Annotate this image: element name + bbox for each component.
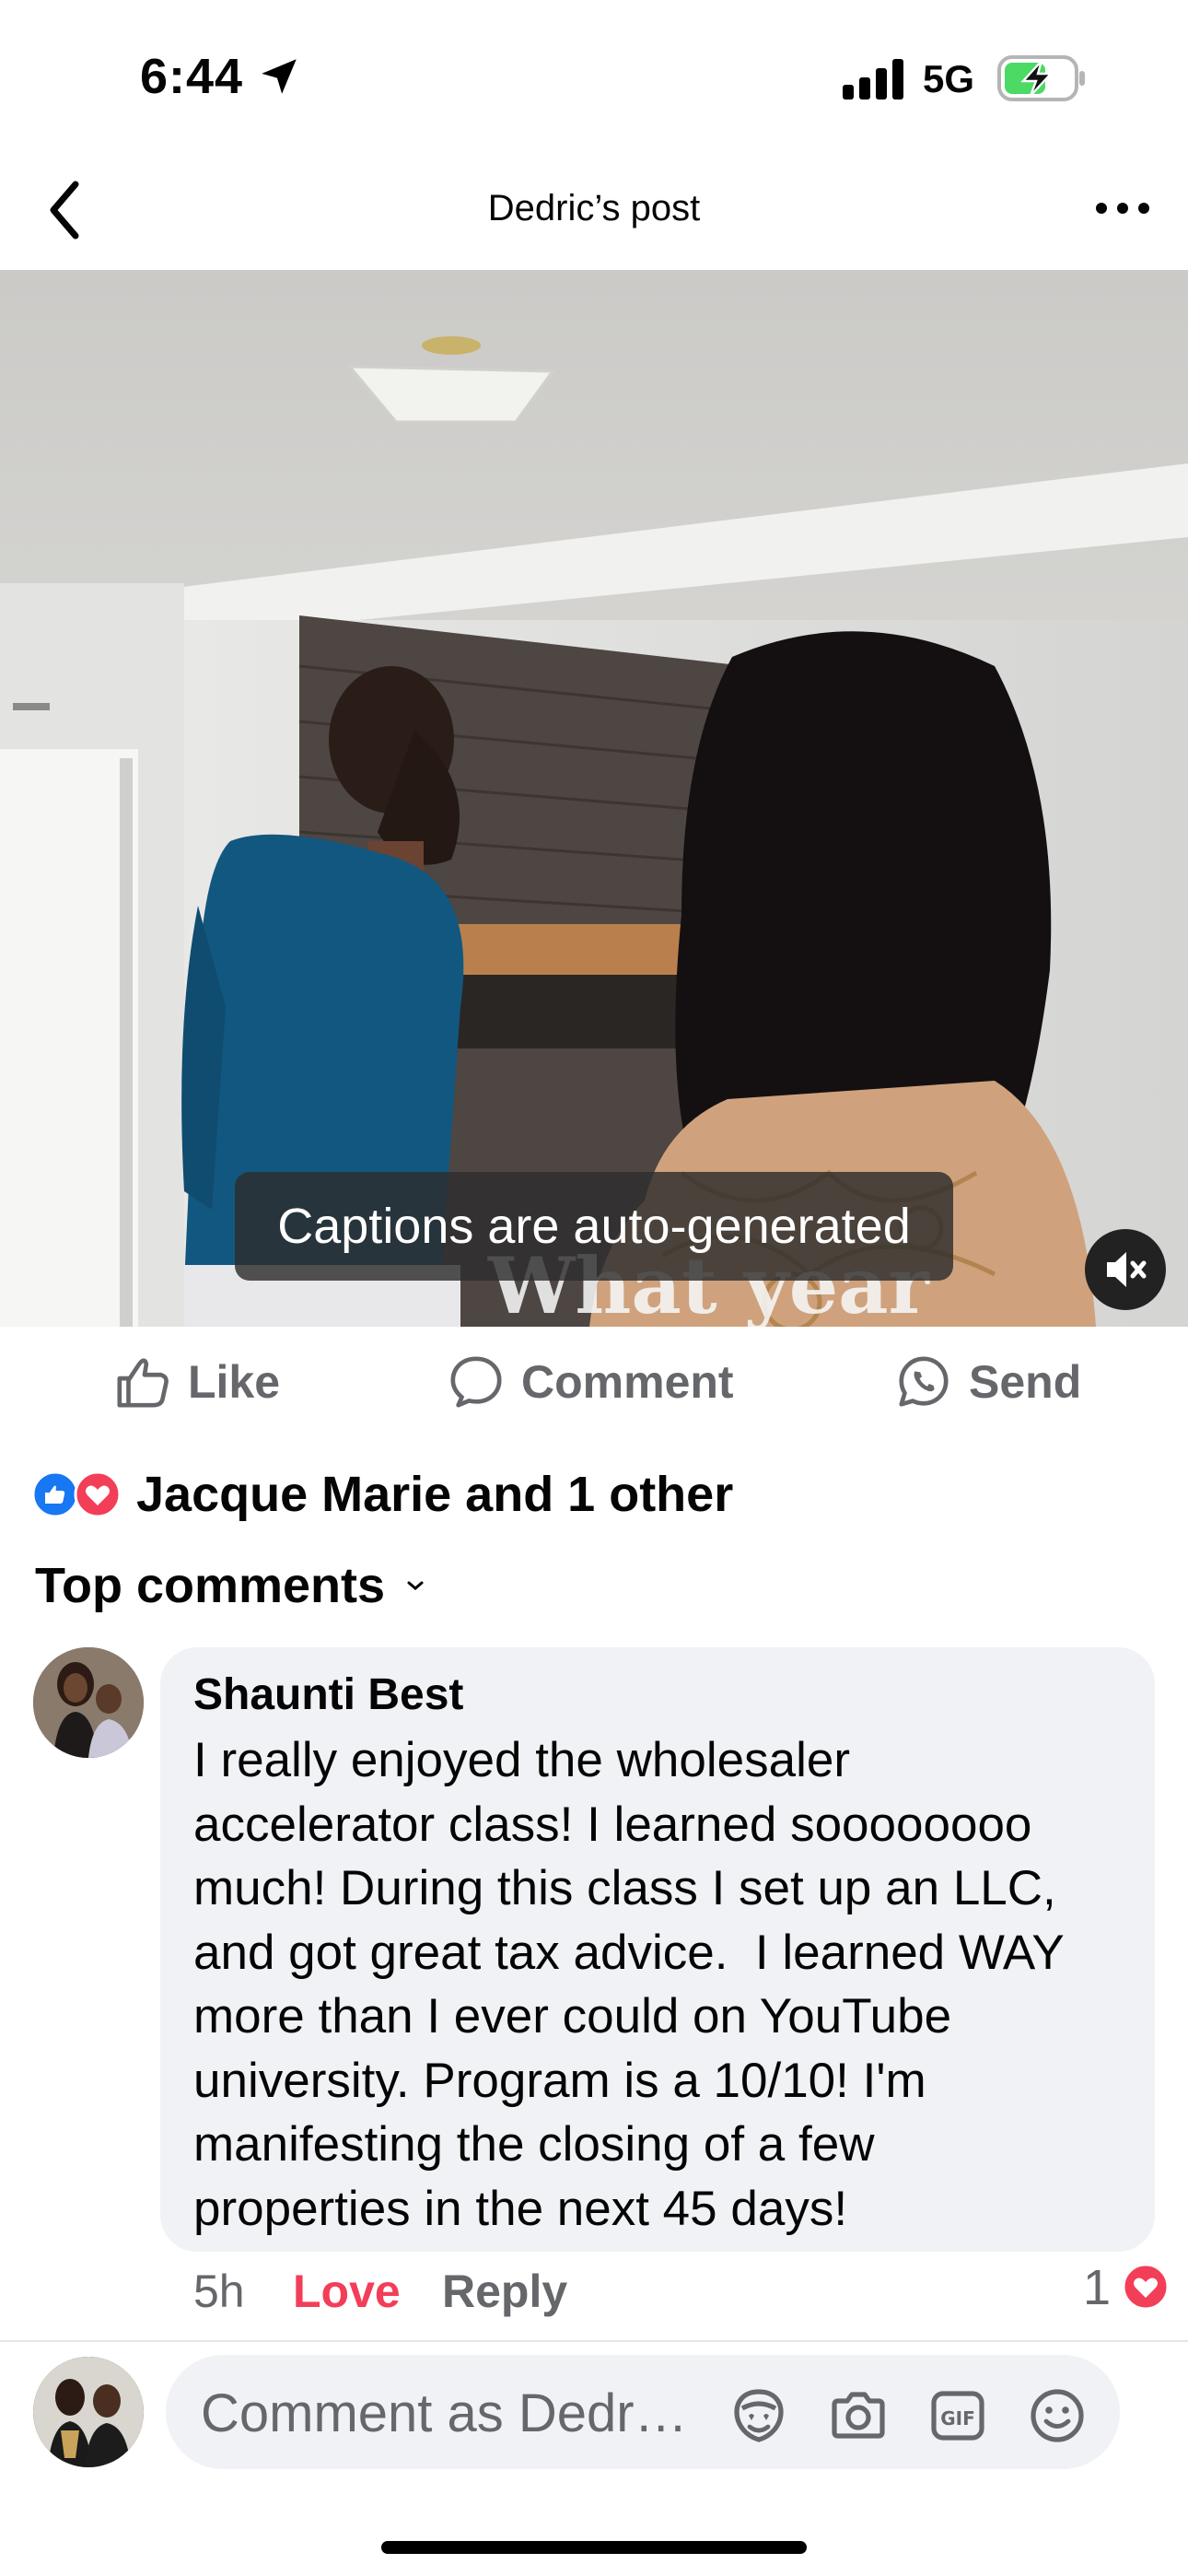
reactions-text: Jacque Marie and 1 other	[136, 1467, 734, 1522]
gif-icon[interactable]: GIF	[926, 2384, 989, 2447]
whatsapp-icon	[899, 1356, 949, 1407]
more-icon[interactable]	[1090, 190, 1155, 227]
my-avatar[interactable]	[33, 2357, 144, 2467]
reactions-summary[interactable]: Jacque Marie and 1 other	[31, 1465, 733, 1524]
comment-button[interactable]: Comment	[448, 1345, 734, 1419]
comment-line: university. Program is a 10/10! I'm	[193, 2053, 926, 2108]
comment-text: I really enjoyed the wholesaler accelera…	[193, 1728, 1142, 2241]
location-arrow-icon	[262, 59, 297, 94]
send-button[interactable]: Send	[895, 1345, 1081, 1419]
post-video[interactable]: What year	[0, 270, 1188, 1327]
heart-icon[interactable]	[1122, 2263, 1170, 2311]
comment-icon	[450, 1356, 502, 1408]
like-icon	[117, 1358, 169, 1408]
mute-button[interactable]	[1085, 1229, 1166, 1310]
signal-icon	[843, 59, 903, 100]
commenter-photo	[33, 1647, 144, 1758]
emoji-icon[interactable]	[1026, 2384, 1089, 2447]
reaction-icons	[31, 1470, 122, 1518]
comment-sort-dropdown[interactable]: Top comments	[35, 1557, 425, 1614]
comment-author[interactable]: Shaunti Best	[193, 1669, 463, 1720]
comment-reply-button[interactable]: Reply	[442, 2265, 567, 2318]
user-photo	[33, 2357, 144, 2467]
like-button[interactable]: Like	[114, 1345, 280, 1419]
comment-love-button[interactable]: Love	[293, 2265, 401, 2318]
home-indicator[interactable]	[381, 2541, 807, 2554]
comment-line: and got great tax advice. I learned WAY	[193, 1925, 1065, 1980]
mute-icon	[1107, 1252, 1147, 1287]
page-title: Dedric’s post	[487, 188, 701, 228]
comment-line: accelerator class! I learned soooooooo	[193, 1797, 1032, 1852]
camera-icon[interactable]	[827, 2384, 890, 2447]
comment-line: I really enjoyed the wholesaler	[193, 1733, 850, 1787]
comment-line: manifesting the closing of a few	[193, 2117, 875, 2172]
chevron-down-icon	[407, 1581, 424, 1590]
comment-line: properties in the next 45 days!	[193, 2181, 848, 2236]
captions-notice: Captions are auto-generated	[235, 1172, 953, 1281]
comment-sort-label: Top comments	[35, 1558, 386, 1613]
comment-input-placeholder[interactable]: Comment as Dedr…	[201, 2383, 688, 2444]
comment-label: Comment	[521, 1356, 734, 1408]
comment-line: much! During this class I set up an LLC,	[193, 1861, 1056, 1915]
like-label: Like	[188, 1356, 281, 1408]
status-time: 6:44	[140, 49, 244, 104]
comment-timestamp: 5h	[193, 2266, 245, 2317]
network-type: 5G	[923, 57, 975, 100]
send-label: Send	[969, 1356, 1082, 1408]
avatar-sticker-icon[interactable]	[728, 2384, 790, 2447]
battery-charging-icon	[997, 55, 1085, 101]
avatar[interactable]	[33, 1647, 144, 1758]
comment-reaction-count[interactable]: 1	[1083, 2259, 1111, 2316]
video-frame: What year	[0, 270, 1188, 1327]
svg-text:GIF: GIF	[940, 2407, 975, 2430]
comment-line: more than I ever could on YouTube	[193, 1989, 952, 2043]
divider	[0, 2340, 1188, 2342]
